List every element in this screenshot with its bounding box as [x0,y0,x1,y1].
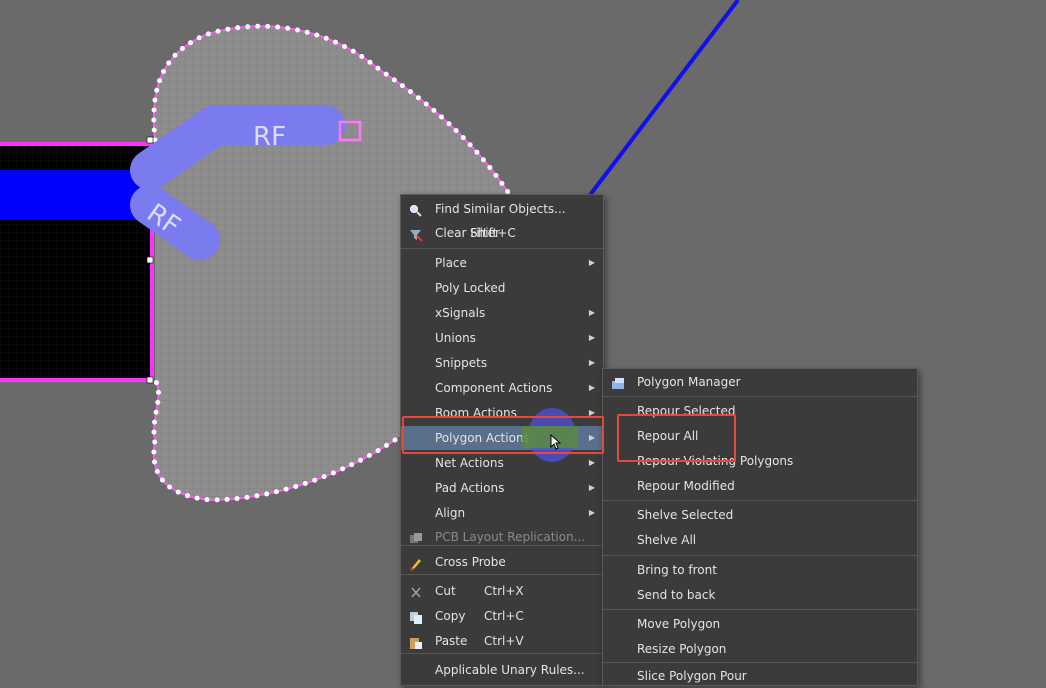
menu-item-net-actions[interactable]: Net Actions ▶ [401,451,603,475]
submenu-item-label: Shelve All [637,533,697,547]
menu-item-label: Align [435,506,466,520]
diagonal-track [588,0,740,197]
submenu-arrow-icon: ▶ [588,383,595,392]
menu-item-shortcut: Ctrl+X [484,584,524,598]
submenu-item-polygon-manager[interactable]: Polygon Manager [603,370,917,394]
menu-item-xsignals[interactable]: xSignals ▶ [401,301,603,325]
submenu-arrow-icon: ▶ [588,458,595,467]
submenu-item-label: Resize Polygon [637,642,727,656]
menu-separator [603,500,917,501]
menu-item-label: Poly Locked [435,281,506,295]
menu-separator [401,653,603,654]
menu-item-label: xSignals [435,306,486,320]
menu-item-cross-probe[interactable]: Cross Probe [401,550,603,574]
menu-item-applicable-unary-rules[interactable]: Applicable Unary Rules... [401,658,603,682]
submenu-item-shelve-selected[interactable]: Shelve Selected [603,503,917,527]
menu-item-label: Cross Probe [435,555,506,569]
menu-separator [401,574,603,575]
menu-item-shortcut: Ctrl+V [484,634,524,648]
menu-item-component-actions[interactable]: Component Actions ▶ [401,376,603,400]
menu-item-copy[interactable]: Copy Ctrl+C [401,604,603,628]
cross-probe-icon [409,555,423,571]
submenu-arrow-icon: ▶ [588,258,595,267]
menu-item-find-similar-objects[interactable]: Find Similar Objects... [401,197,603,221]
submenu-item-send-to-back[interactable]: Send to back [603,583,917,607]
menu-item-paste[interactable]: Paste Ctrl+V [401,629,603,653]
menu-item-label: Snippets [435,356,488,370]
rf-trace-wide [0,170,150,220]
submenu-item-bring-to-front[interactable]: Bring to front [603,558,917,582]
menu-item-shortcut: Ctrl+C [484,609,524,623]
menu-separator [603,662,917,663]
submenu-arrow-icon: ▶ [588,308,595,317]
submenu-item-label: Shelve Selected [637,508,734,522]
submenu-arrow-icon: ▶ [588,358,595,367]
menu-item-label: Place [435,256,467,270]
menu-item-snippets[interactable]: Snippets ▶ [401,351,603,375]
magnifier-icon [409,202,423,217]
submenu-item-label: Send to back [637,588,716,602]
menu-separator [603,396,917,397]
menu-item-pad-actions[interactable]: Pad Actions ▶ [401,476,603,500]
menu-item-unions[interactable]: Unions ▶ [401,326,603,350]
paste-icon [409,634,423,649]
submenu-item-shelve-all[interactable]: Shelve All [603,528,917,552]
menu-item-label: Copy [435,609,466,623]
menu-item-label: Applicable Unary Rules... [435,663,585,677]
submenu-item-label: Bring to front [637,563,717,577]
submenu-item-slice-polygon-pour[interactable]: Slice Polygon Pour [603,664,917,688]
submenu-item-resize-polygon[interactable]: Resize Polygon [603,637,917,661]
menu-item-shortcut: Shift+C [470,226,516,240]
submenu-item-label: Polygon Manager [637,375,741,389]
menu-separator [603,555,917,556]
menu-item-align[interactable]: Align ▶ [401,501,603,525]
menu-item-label: Pad Actions [435,481,505,495]
submenu-arrow-icon: ▶ [588,508,595,517]
submenu-arrow-icon: ▶ [588,333,595,342]
scissors-icon [409,584,423,598]
submenu-item-label: Slice Polygon Pour [637,669,747,683]
submenu-item-move-polygon[interactable]: Move Polygon [603,612,917,636]
menu-separator [603,609,917,610]
clear-filter-icon [409,226,423,242]
copy-icon [409,609,423,624]
callout-polygon-actions [402,416,604,454]
submenu-item-label: Move Polygon [637,617,721,631]
callout-repour-all [617,414,736,462]
menu-item-label: Find Similar Objects... [435,202,566,216]
menu-separator [401,248,603,249]
menu-item-label: Cut [435,584,456,598]
submenu-item-repour-modified[interactable]: Repour Modified [603,474,917,498]
rf-label-1: RF [253,122,286,152]
menu-item-label: Paste [435,634,468,648]
submenu-arrow-icon: ▶ [588,483,595,492]
replication-icon [409,530,423,544]
submenu-item-label: Repour Modified [637,479,735,493]
menu-item-clear-filter[interactable]: Clear Filter Shift+C [401,221,603,245]
menu-item-label: Component Actions [435,381,553,395]
menu-item-label: Net Actions [435,456,504,470]
polygon-manager-icon [611,375,625,389]
menu-item-cut[interactable]: Cut Ctrl+X [401,579,603,603]
menu-item-label: Unions [435,331,476,345]
menu-item-place[interactable]: Place ▶ [401,251,603,275]
menu-separator [401,545,603,546]
menu-item-poly-locked[interactable]: Poly Locked [401,276,603,300]
